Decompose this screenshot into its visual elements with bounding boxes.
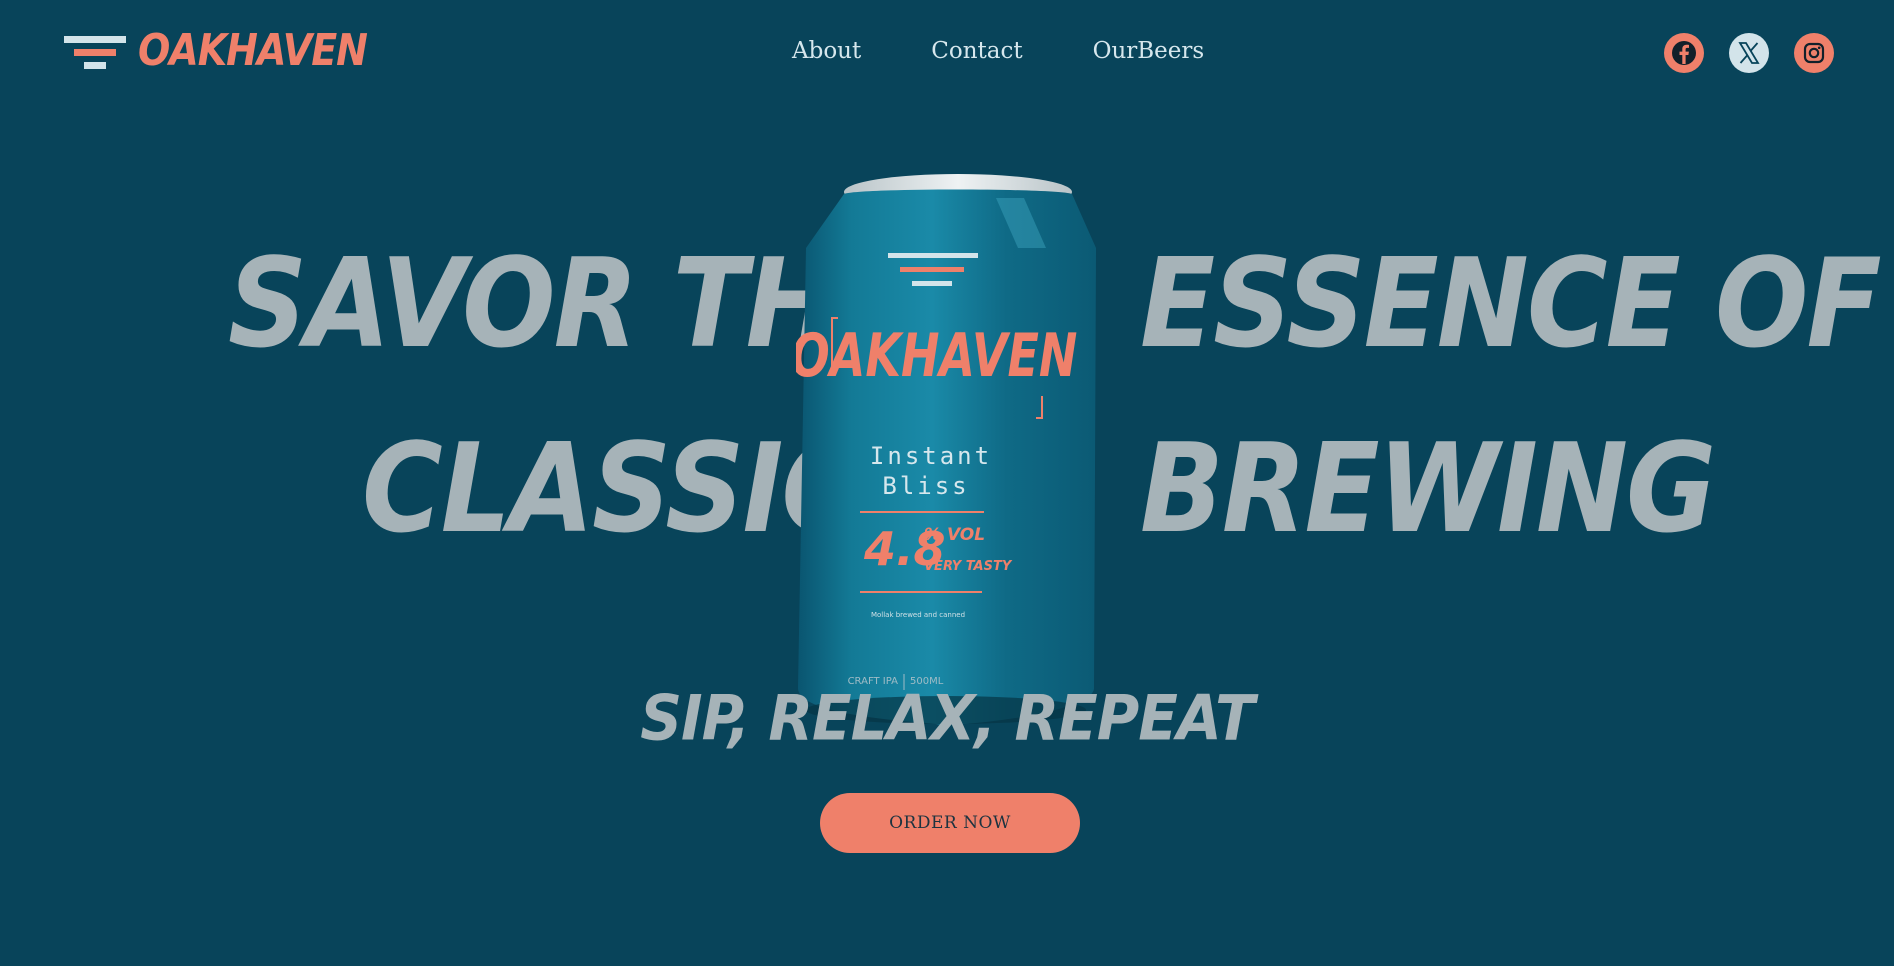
headline-line2-right: BREWING	[1140, 416, 1716, 561]
main-nav: About Contact OurBeers	[792, 38, 1204, 64]
headline-line1-right: ESSENCE OF	[1140, 231, 1882, 376]
facebook-icon	[1672, 41, 1696, 65]
brand-name: OAKHAVEN	[138, 24, 368, 76]
facebook-link[interactable]	[1664, 33, 1704, 73]
x-twitter-icon	[1738, 42, 1760, 64]
nav-link-about[interactable]: About	[792, 38, 861, 64]
can-note: Mollak brewed and canned	[871, 611, 965, 619]
nav-link-our-beers[interactable]: OurBeers	[1093, 38, 1205, 64]
can-descriptor: VERY TASTY	[924, 559, 1013, 574]
landing-page: OAKHAVEN About Contact OurBeers SAVOR TH…	[0, 0, 1894, 966]
logo-mark-icon	[64, 28, 126, 72]
nav-link-contact[interactable]: Contact	[931, 38, 1022, 64]
social-links	[1664, 33, 1834, 73]
instagram-icon	[1803, 42, 1825, 64]
instagram-link[interactable]	[1794, 33, 1834, 73]
can-name-line1: Instant	[870, 442, 992, 470]
tagline: SIP, RELAX, REPEAT	[640, 681, 1255, 755]
can-brand: OAKHAVEN	[796, 320, 1077, 391]
order-now-button[interactable]: ORDER NOW	[820, 793, 1080, 853]
headline-line2-left: CLASSIC	[362, 416, 862, 561]
can-abv-unit: % VOL	[924, 525, 985, 545]
can-name-line2: Bliss	[882, 472, 969, 500]
brand-logo[interactable]: OAKHAVEN	[64, 25, 368, 75]
x-twitter-link[interactable]	[1729, 33, 1769, 73]
beer-can-image: OAKHAVEN Instant Bliss 4.8 % VOL VERY TA…	[796, 174, 1096, 725]
